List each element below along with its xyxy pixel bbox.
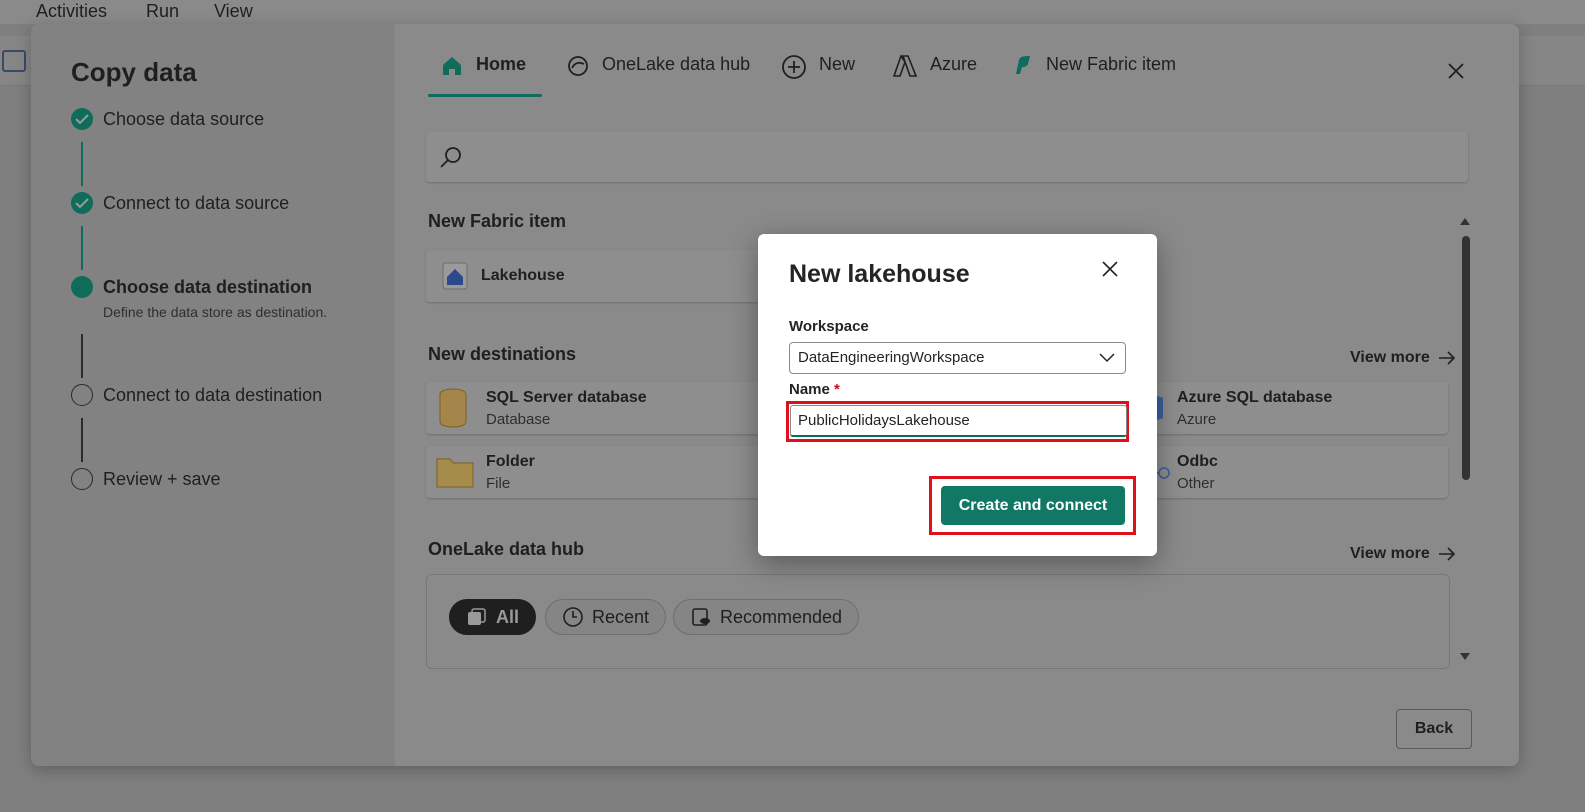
current-step-icon (71, 276, 93, 298)
steps-panel: Copy data Choose data source Connect to … (31, 24, 395, 766)
card-title: Folder (486, 453, 535, 470)
search-icon (440, 147, 461, 168)
tab-label: Home (476, 54, 527, 74)
tab-new-fabric-item[interactable]: New Fabric item (1012, 54, 1176, 96)
tab-azure[interactable]: Azure (892, 54, 977, 96)
step-label: Review + save (103, 469, 221, 489)
filter-label: All (496, 606, 520, 627)
section-new-fabric-item: New Fabric item (428, 211, 567, 231)
tab-label: New (819, 54, 856, 74)
tab-new[interactable]: New (781, 54, 855, 96)
step-connector (81, 226, 83, 270)
workspace-dropdown[interactable]: DataEngineeringWorkspace (789, 342, 1126, 374)
filter-label: Recommended (720, 606, 843, 627)
view-more-label: View more (1350, 349, 1430, 366)
card-title: Azure SQL database (1177, 389, 1333, 406)
filter-all[interactable]: All (449, 599, 537, 635)
card-folder[interactable]: Folder File (426, 446, 770, 498)
back-button[interactable]: Back (1396, 709, 1472, 749)
step-label: Choose data destination (103, 277, 313, 297)
fabric-icon (1016, 56, 1030, 74)
name-label: Name * (789, 381, 840, 398)
menu-activities[interactable]: Activities (36, 1, 107, 22)
section-new-destinations: New destinations (428, 344, 577, 364)
check-circle-icon (71, 192, 93, 214)
home-icon (443, 57, 461, 75)
view-more-label: View more (1350, 545, 1430, 562)
required-marker: * (834, 381, 840, 398)
card-subtitle: Azure (1177, 411, 1217, 428)
card-lakehouse[interactable]: Lakehouse (426, 250, 770, 302)
tab-onelake-data-hub[interactable]: OneLake data hub (566, 54, 750, 96)
save-icon[interactable] (2, 50, 26, 72)
wizard-title: Copy data (71, 57, 197, 87)
tab-indicator (428, 94, 542, 97)
scrollbar[interactable] (1459, 216, 1471, 664)
empty-circle-icon (71, 468, 93, 490)
name-label-text: Name (789, 381, 830, 398)
close-icon (1448, 63, 1464, 79)
scroll-down-icon (1460, 653, 1470, 660)
database-icon (439, 388, 467, 428)
tab-label: OneLake data hub (602, 54, 751, 74)
filter-label: Recent (592, 606, 650, 627)
view-more-destinations-link[interactable]: View more (1350, 349, 1456, 367)
plus-circle-icon (782, 55, 806, 79)
card-subtitle: Other (1177, 475, 1215, 492)
arrow-right-icon (1438, 351, 1455, 365)
empty-circle-icon (71, 384, 93, 406)
workspace-label: Workspace (789, 318, 869, 335)
new-lakehouse-dialog: New lakehouse Workspace DataEngineeringW… (758, 234, 1157, 556)
onelake-hub-panel: All Recent Recommended (426, 574, 1450, 669)
dialog-close-button[interactable] (1100, 259, 1120, 279)
menu-run[interactable]: Run (146, 1, 179, 22)
step-connector (81, 334, 83, 378)
recommended-icon (692, 608, 710, 626)
lakehouse-icon (442, 262, 468, 290)
tab-home[interactable]: Home (440, 54, 526, 96)
card-odbc[interactable]: Odbc Other (1115, 446, 1448, 498)
menu-view[interactable]: View (214, 1, 253, 22)
close-icon (1102, 261, 1118, 277)
card-title: Odbc (1177, 453, 1218, 470)
scroll-up-icon (1460, 218, 1470, 225)
card-azure-sql-database[interactable]: Azure SQL database Azure (1115, 382, 1448, 434)
app-menubar: Activities Run View (0, 0, 1585, 24)
check-circle-icon (71, 108, 93, 130)
all-items-icon (468, 608, 486, 625)
step-label: Choose data source (103, 109, 265, 129)
scrollbar-thumb[interactable] (1462, 236, 1470, 480)
card-sql-server-database[interactable]: SQL Server database Database (426, 382, 770, 434)
card-subtitle: File (486, 475, 511, 492)
tab-label: Azure (930, 54, 978, 74)
step-connector (81, 418, 83, 462)
step-label: Connect to data destination (103, 385, 323, 405)
view-more-onelake-link[interactable]: View more (1350, 545, 1456, 563)
step-label: Connect to data source (103, 193, 290, 213)
folder-icon (436, 458, 474, 488)
chevron-down-icon (1099, 353, 1115, 363)
filter-recent[interactable]: Recent (545, 599, 667, 635)
clock-icon (563, 607, 583, 627)
tab-label: New Fabric item (1046, 54, 1177, 74)
filter-recommended[interactable]: Recommended (673, 599, 860, 635)
step-description: Define the data store as destination. (103, 304, 328, 320)
create-and-connect-button[interactable]: Create and connect (941, 486, 1125, 525)
section-onelake-data-hub: OneLake data hub (428, 539, 585, 559)
onelake-icon (568, 56, 588, 76)
lakehouse-name-input[interactable] (790, 405, 1127, 437)
dialog-title: New lakehouse (789, 260, 970, 288)
close-wizard-button[interactable] (1445, 60, 1467, 82)
azure-icon (892, 54, 918, 77)
card-title: SQL Server database (486, 389, 647, 406)
workspace-value: DataEngineeringWorkspace (798, 349, 985, 366)
arrow-right-icon (1438, 547, 1455, 561)
search-box[interactable] (426, 132, 1468, 182)
step-connector (81, 142, 83, 186)
card-title: Lakehouse (481, 267, 565, 284)
card-subtitle: Database (486, 411, 551, 428)
